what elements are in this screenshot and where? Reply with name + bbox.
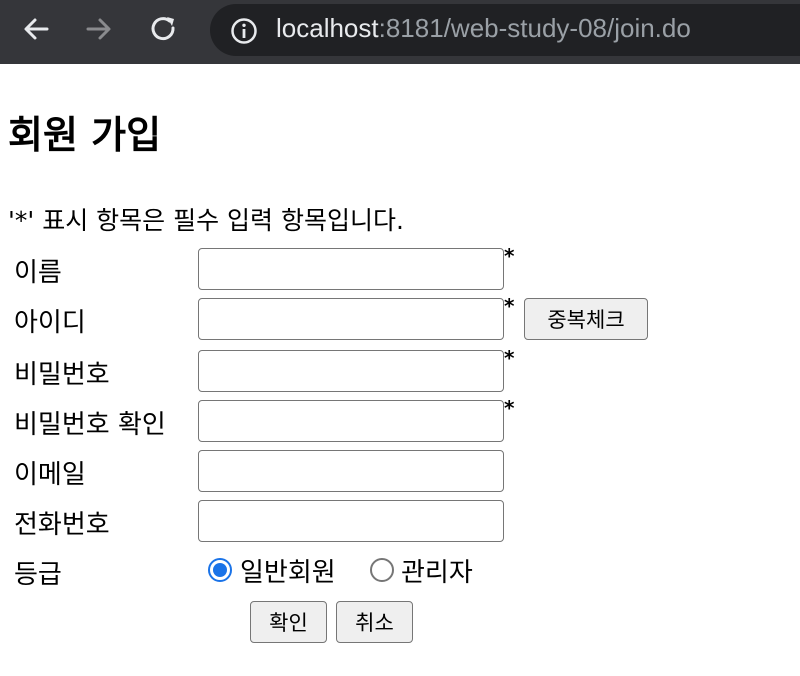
url-host: localhost <box>276 13 379 43</box>
reload-icon <box>151 17 175 41</box>
cancel-button[interactable]: 취소 <box>336 601 413 643</box>
required-notice: '*' 표시 항목은 필수 입력 항목입니다. <box>8 206 404 235</box>
phone-row: 전화번호 <box>0 500 800 546</box>
submit-button[interactable]: 확인 <box>250 601 327 643</box>
back-button[interactable] <box>17 10 55 48</box>
userid-input[interactable] <box>198 298 504 340</box>
name-input[interactable] <box>198 248 504 290</box>
password-confirm-input[interactable] <box>198 400 504 442</box>
name-row: 이름 * <box>0 244 800 294</box>
arrow-left-icon <box>24 18 49 40</box>
arrow-right-icon <box>86 18 111 40</box>
phone-input[interactable] <box>198 500 504 542</box>
browser-toolbar: localhost:8181/web-study-08/join.do <box>0 0 800 64</box>
address-bar[interactable]: localhost:8181/web-study-08/join.do <box>210 4 800 56</box>
grade-admin-radio[interactable] <box>370 558 394 582</box>
userid-row: 아이디 * 중복체크 <box>0 294 800 344</box>
reload-button[interactable] <box>145 10 183 48</box>
info-icon[interactable] <box>230 17 258 45</box>
grade-normal-label[interactable]: 일반회원 <box>240 552 336 589</box>
required-mark: * <box>504 396 515 420</box>
required-mark: * <box>504 294 515 318</box>
name-label: 이름 <box>14 258 62 288</box>
forward-button[interactable] <box>80 10 118 48</box>
grade-admin-label[interactable]: 관리자 <box>401 552 473 589</box>
email-input[interactable] <box>198 450 504 492</box>
password-confirm-label: 비밀번호 확인 <box>14 410 166 440</box>
url-path: :8181/web-study-08/join.do <box>378 13 691 43</box>
required-mark: * <box>504 244 515 268</box>
userid-label: 아이디 <box>14 308 86 338</box>
required-mark: * <box>504 346 515 370</box>
email-label: 이메일 <box>14 460 86 490</box>
dup-check-button[interactable]: 중복체크 <box>524 298 648 340</box>
url-text[interactable]: localhost:8181/web-study-08/join.do <box>276 13 691 44</box>
grade-normal-radio[interactable] <box>208 558 232 582</box>
phone-label: 전화번호 <box>14 510 110 540</box>
grade-label: 등급 <box>14 560 62 590</box>
grade-row: 등급 일반회원 관리자 <box>0 550 800 596</box>
page-content: 회원 가입 '*' 표시 항목은 필수 입력 항목입니다. 이름 * 아이디 *… <box>0 64 800 676</box>
page-title: 회원 가입 <box>8 113 162 157</box>
password-confirm-row: 비밀번호 확인 * <box>0 396 800 446</box>
password-row: 비밀번호 * <box>0 346 800 396</box>
email-row: 이메일 <box>0 450 800 496</box>
password-label: 비밀번호 <box>14 360 110 390</box>
password-input[interactable] <box>198 350 504 392</box>
